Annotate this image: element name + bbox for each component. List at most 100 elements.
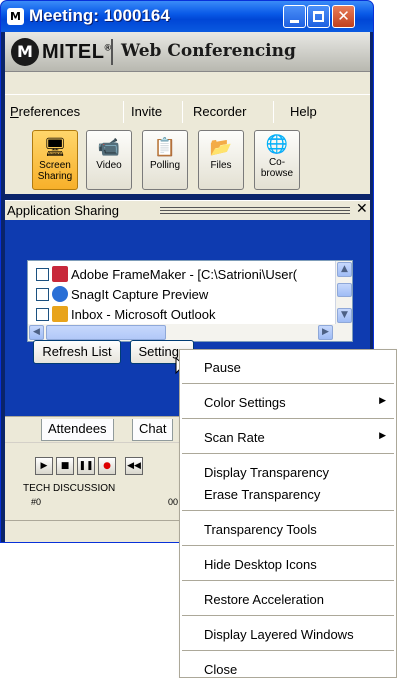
app-icon[interactable]: M (7, 8, 24, 25)
play-button[interactable]: ▶ (35, 457, 53, 475)
scroll-thumb[interactable] (46, 325, 166, 340)
list-item-label: Inbox - Microsoft Outlook (71, 307, 216, 322)
menu-item-label: Scan Rate (204, 430, 265, 445)
refresh-list-button[interactable]: Refresh List (33, 340, 121, 364)
list-item[interactable]: Inbox - Microsoft Outlook (36, 306, 326, 326)
menu-spacer (5, 72, 370, 94)
menu-help[interactable]: Help (290, 104, 317, 119)
snagit-icon (52, 286, 68, 302)
poll-icon: 📋 (153, 137, 177, 157)
tool-label: Polling (149, 160, 181, 171)
submenu-arrow-icon: ▶ (379, 430, 386, 440)
track-number: #0 (31, 497, 42, 507)
tool-label: Co- (268, 157, 286, 168)
vertical-scrollbar[interactable]: ▲ ▼ (335, 261, 352, 325)
menu-separator (182, 418, 394, 419)
menu-separator (182, 510, 394, 511)
close-icon: ✕ (337, 7, 350, 25)
checkbox[interactable] (36, 288, 49, 301)
menu-separator (273, 101, 274, 123)
mitel-logo-icon: M (11, 38, 39, 66)
checkbox[interactable] (36, 268, 49, 281)
scroll-left-icon[interactable]: ◀ (29, 325, 44, 340)
menu-separator (182, 383, 394, 384)
tab-attendees[interactable]: Attendees (41, 419, 114, 441)
title-bar[interactable]: M Meeting: 1000164 ✕ (1, 1, 373, 32)
scroll-down-icon[interactable]: ▼ (337, 308, 352, 323)
menu-item-label: Color Settings (204, 395, 286, 410)
tool-label: browse (260, 168, 294, 179)
pause-button[interactable]: ❚❚ (77, 457, 95, 475)
menu-separator (182, 650, 394, 651)
menu-separator (182, 453, 394, 454)
app-sharing-header: Application Sharing ✕ (5, 200, 370, 220)
settings-context-menu: Pause Color Settings ▶ Scan Rate ▶ Display… (179, 349, 397, 678)
checkbox[interactable] (36, 308, 49, 321)
framemaker-icon (52, 266, 68, 282)
video-button[interactable]: 📹 Video (86, 130, 132, 190)
scroll-right-icon[interactable]: ▶ (318, 325, 333, 340)
recording-title: TECH DISCUSSION (23, 483, 116, 494)
stop-button[interactable]: ■ (56, 457, 74, 475)
menu-separator (182, 545, 394, 546)
menu-item-display-transparency[interactable]: Display Transparency (180, 465, 396, 480)
record-button[interactable]: ● (98, 457, 116, 475)
minimize-icon (290, 20, 299, 23)
menu-item-hide-desktop-icons[interactable]: Hide Desktop Icons (180, 557, 396, 572)
time-readout: 00 (168, 497, 179, 507)
menu-recorder[interactable]: Recorder (193, 104, 246, 119)
brand-name: MITEL® (42, 41, 112, 63)
maximize-icon (313, 11, 324, 22)
menu-item-pause[interactable]: Pause (180, 360, 396, 375)
toolbar: 🖥 Screen Sharing 📹 Video 📋 Polling 📂 Fil… (5, 126, 370, 194)
app-sharing-title: Application Sharing (7, 203, 120, 218)
menu-bar: Preferences Invite Recorder Help (5, 94, 370, 126)
menu-item-display-layered-windows[interactable]: Display Layered Windows (180, 627, 396, 642)
cobrowse-button[interactable]: 🌐 Co- browse (254, 130, 300, 190)
tool-label: Files (210, 160, 232, 171)
submenu-arrow-icon: ▶ (379, 395, 386, 405)
menu-separator (182, 101, 183, 123)
menu-item-transparency-tools[interactable]: Transparency Tools (180, 522, 396, 537)
brand-banner: M MITEL® Web Conferencing (5, 32, 370, 72)
window-title: Meeting: 1000164 (29, 6, 170, 25)
maximize-button[interactable] (307, 5, 330, 28)
close-button[interactable]: ✕ (332, 5, 355, 28)
list-item[interactable]: SnagIt Capture Preview (36, 286, 326, 306)
menu-separator (182, 580, 394, 581)
minimize-button[interactable] (283, 5, 306, 28)
menu-invite[interactable]: Invite (131, 104, 162, 119)
rewind-button[interactable]: ◀◀ (125, 457, 143, 475)
menu-item-close[interactable]: Close (180, 662, 396, 677)
menu-item-scan-rate[interactable]: Scan Rate ▶ (180, 430, 396, 445)
monitor-icon: 🖥 (43, 137, 67, 157)
product-name: Web Conferencing (121, 41, 296, 61)
list-item-label: Adobe FrameMaker - [C:\Satrioni\User( (71, 267, 298, 282)
menu-item-restore-acceleration[interactable]: Restore Acceleration (180, 592, 396, 607)
tool-label: Screen (39, 160, 71, 171)
polling-button[interactable]: 📋 Polling (142, 130, 188, 190)
menu-preferences[interactable]: Preferences (10, 104, 80, 119)
list-item-label: SnagIt Capture Preview (71, 287, 209, 302)
menu-separator (182, 615, 394, 616)
menu-item-color-settings[interactable]: Color Settings ▶ (180, 395, 396, 410)
files-icon: 📂 (209, 137, 233, 157)
menu-item-erase-transparency[interactable]: Erase Transparency (180, 487, 396, 502)
screen-sharing-button[interactable]: 🖥 Screen Sharing (32, 130, 78, 190)
list-item[interactable]: Adobe FrameMaker - [C:\Satrioni\User( (36, 266, 326, 286)
scroll-up-icon[interactable]: ▲ (337, 262, 352, 277)
banner-divider (111, 39, 113, 65)
globe-icon: 🌐 (265, 134, 289, 154)
files-button[interactable]: 📂 Files (198, 130, 244, 190)
camera-icon: 📹 (97, 137, 121, 157)
panel-grip[interactable] (160, 207, 350, 215)
menu-separator (123, 101, 124, 123)
outlook-icon (52, 306, 68, 322)
panel-close-icon[interactable]: ✕ (356, 201, 368, 217)
tool-label: Video (96, 160, 122, 171)
tab-chat[interactable]: Chat (132, 419, 174, 441)
scroll-thumb[interactable] (337, 283, 352, 297)
application-list[interactable]: Adobe FrameMaker - [C:\Satrioni\User( Sn… (27, 260, 353, 342)
tool-label: Sharing (37, 171, 73, 182)
horizontal-scrollbar[interactable]: ◀ ▶ (28, 324, 352, 341)
